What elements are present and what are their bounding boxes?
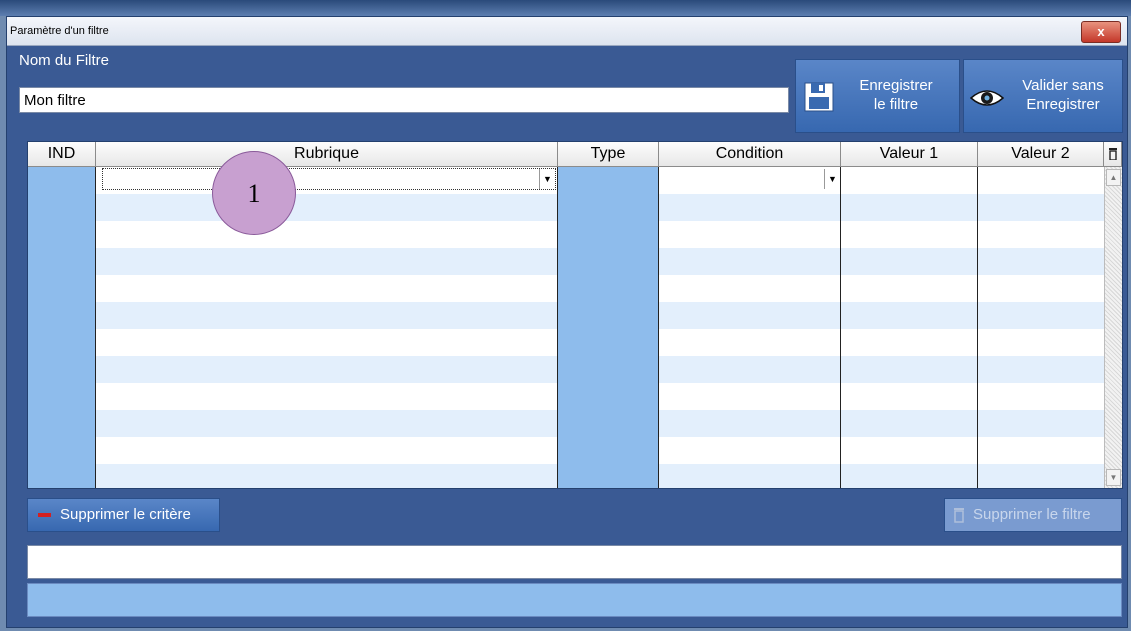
column-picker-button[interactable] bbox=[1104, 142, 1122, 167]
save-filter-button[interactable]: Enregistrer le filtre bbox=[795, 59, 960, 133]
title-bar: Paramètre d'un filtre x bbox=[7, 17, 1127, 46]
column-header-condition[interactable]: Condition bbox=[659, 142, 841, 167]
column-divider bbox=[658, 167, 659, 488]
column-divider bbox=[95, 167, 96, 488]
column-header-valeur1[interactable]: Valeur 1 bbox=[841, 142, 978, 167]
info-bar bbox=[27, 583, 1122, 617]
chevron-down-icon: ▼ bbox=[824, 169, 840, 189]
column-divider bbox=[977, 167, 978, 488]
column-header-rubrique[interactable]: Rubrique bbox=[96, 142, 558, 167]
trash-icon bbox=[954, 508, 964, 523]
minus-icon bbox=[38, 513, 51, 517]
delete-criterion-button[interactable]: Supprimer le critère bbox=[27, 498, 220, 532]
validate-label-line1: Valider sans bbox=[1022, 77, 1104, 94]
filter-dialog: Paramètre d'un filtre x Nom du Filtre En… bbox=[6, 16, 1128, 628]
floppy-disk-icon bbox=[804, 82, 834, 112]
rubrique-dropdown[interactable]: ▼ bbox=[102, 168, 556, 190]
annotation-badge: 1 bbox=[212, 151, 296, 235]
vertical-scrollbar[interactable]: ▲ ▼ bbox=[1104, 167, 1122, 488]
filter-name-input[interactable] bbox=[19, 87, 789, 113]
delete-filter-button[interactable]: Supprimer le filtre bbox=[944, 498, 1122, 532]
save-label-line1: Enregistrer bbox=[859, 77, 933, 94]
scroll-down-icon[interactable]: ▼ bbox=[1106, 469, 1121, 486]
window-title: Paramètre d'un filtre bbox=[10, 25, 109, 37]
column-header-valeur2[interactable]: Valeur 2 bbox=[978, 142, 1104, 167]
condition-dropdown[interactable]: ▼ bbox=[659, 169, 840, 189]
validate-without-saving-button[interactable]: Valider sans Enregistrer bbox=[963, 59, 1123, 133]
eye-icon bbox=[970, 90, 1004, 106]
scroll-up-icon[interactable]: ▲ bbox=[1106, 169, 1121, 186]
criteria-grid: IND Rubrique Type Condition Valeur 1 Val… bbox=[27, 141, 1123, 489]
chevron-down-icon: ▼ bbox=[539, 169, 555, 189]
column-header-ind[interactable]: IND bbox=[28, 142, 96, 167]
type-column bbox=[557, 167, 658, 488]
close-button[interactable]: x bbox=[1081, 21, 1121, 43]
delete-criterion-label: Supprimer le critère bbox=[60, 506, 191, 523]
trash-icon bbox=[1108, 148, 1117, 161]
column-header-type[interactable]: Type bbox=[558, 142, 659, 167]
validate-label-line2: Enregistrer bbox=[1026, 96, 1100, 113]
column-divider bbox=[840, 167, 841, 488]
background-taskbar bbox=[0, 0, 1131, 16]
filter-name-label: Nom du Filtre bbox=[19, 52, 110, 69]
ind-column bbox=[28, 167, 95, 488]
status-field bbox=[27, 545, 1122, 579]
delete-filter-label: Supprimer le filtre bbox=[973, 506, 1091, 523]
save-label-line2: le filtre bbox=[873, 96, 919, 113]
column-divider bbox=[557, 167, 558, 488]
